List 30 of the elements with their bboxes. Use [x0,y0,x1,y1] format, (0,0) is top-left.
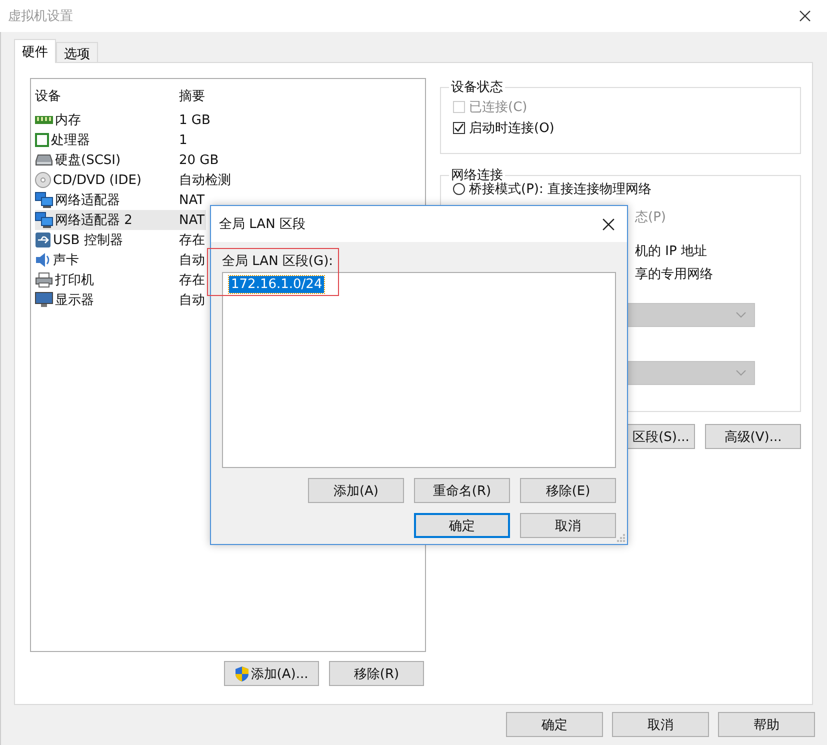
device-name: CD/DVD (IDE) [53,172,142,188]
option-label: 机的 IP 地址 [635,243,707,260]
option-label: 享的专用网络 [635,266,713,283]
group-title: 设备状态 [450,79,504,96]
device-summary: 自动 [179,292,205,309]
device-name: 网络适配器 2 [55,212,132,229]
device-name: 网络适配器 [55,192,120,209]
device-summary: 自动 [179,252,205,269]
device-name: 内存 [55,112,81,129]
device-name: 显示器 [55,292,94,309]
window-title: 虚拟机设置 [8,8,73,25]
dialog-title: 全局 LAN 区段 [219,216,306,233]
device-summary: 存在 [179,272,205,289]
list-label: 全局 LAN 区段(G): [222,253,334,270]
column-header: 摘要 [179,88,205,105]
device-name: 硬盘(SCSI) [55,152,121,169]
device-summary: NAT [179,192,205,208]
device-summary: 存在 [179,232,205,249]
option-label: 态(P) [635,209,666,226]
device-summary: 1 GB [179,112,210,128]
device-name: USB 控制器 [53,232,123,249]
column-header: 设备 [35,88,62,105]
device-summary: 自动检测 [179,172,231,189]
device-summary: NAT [179,212,205,228]
device-summary: 20 GB [179,152,219,168]
device-name: 声卡 [53,252,79,269]
device-summary: 1 [179,132,188,148]
group-title: 网络连接 [450,167,503,183]
device-name: 打印机 [55,272,94,289]
device-name: 处理器 [51,132,90,149]
